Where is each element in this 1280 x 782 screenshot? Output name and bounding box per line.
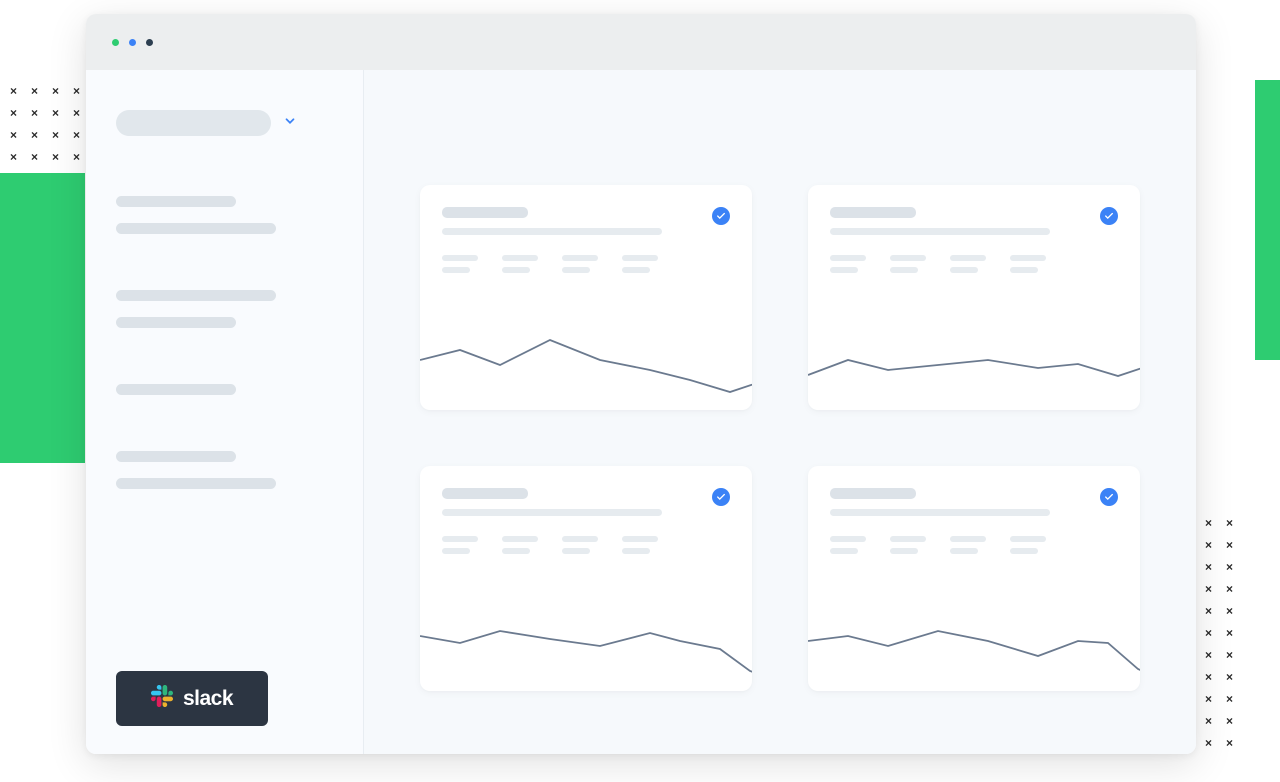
decor-green-block <box>0 173 85 463</box>
stat-row <box>420 235 752 273</box>
nav-item-stub[interactable] <box>116 384 236 395</box>
card-subtitle-stub <box>830 509 1050 516</box>
stat-stub <box>562 255 598 273</box>
check-circle-icon <box>712 488 730 506</box>
app-body: slack <box>86 70 1196 754</box>
card-title-stub <box>830 207 916 218</box>
nav-item-stub[interactable] <box>116 196 236 207</box>
window-dot <box>112 39 119 46</box>
stat-stub <box>502 255 538 273</box>
window-dot <box>146 39 153 46</box>
stat-row <box>808 235 1140 273</box>
sparkline-chart <box>808 295 1140 410</box>
nav-group <box>116 196 333 250</box>
stat-stub <box>442 536 478 554</box>
stat-stub <box>830 536 866 554</box>
stat-stub <box>562 536 598 554</box>
sidebar: slack <box>86 70 364 754</box>
metric-card[interactable] <box>420 466 752 691</box>
metric-card[interactable] <box>808 185 1140 410</box>
stat-stub <box>622 536 658 554</box>
card-subtitle-stub <box>830 228 1050 235</box>
nav-item-stub[interactable] <box>116 451 236 462</box>
stat-stub <box>830 255 866 273</box>
metric-card[interactable] <box>420 185 752 410</box>
stat-stub <box>502 536 538 554</box>
browser-window: slack <box>86 14 1196 754</box>
check-circle-icon <box>1100 488 1118 506</box>
slack-integration-button[interactable]: slack <box>116 671 268 726</box>
chevron-down-icon <box>283 114 297 133</box>
nav-group <box>116 384 333 411</box>
card-subtitle-stub <box>442 509 662 516</box>
decor-green-strip <box>1255 80 1280 360</box>
stat-stub <box>950 255 986 273</box>
stat-stub <box>1010 255 1046 273</box>
nav-item-stub[interactable] <box>116 290 276 301</box>
check-circle-icon <box>712 207 730 225</box>
stat-row <box>808 516 1140 554</box>
stat-stub <box>890 255 926 273</box>
nav-item-stub[interactable] <box>116 478 276 489</box>
stat-stub <box>890 536 926 554</box>
nav-group <box>116 451 333 505</box>
stat-stub <box>622 255 658 273</box>
workspace-selector[interactable] <box>116 110 333 136</box>
nav-item-stub[interactable] <box>116 317 236 328</box>
sparkline-chart <box>420 576 752 691</box>
main-area <box>364 70 1196 754</box>
nav-item-stub[interactable] <box>116 223 276 234</box>
metric-card[interactable] <box>808 466 1140 691</box>
card-grid <box>420 185 1140 691</box>
card-title-stub <box>830 488 916 499</box>
nav-group <box>116 290 333 344</box>
sparkline-chart <box>420 295 752 410</box>
stat-row <box>420 516 752 554</box>
stat-stub <box>950 536 986 554</box>
stat-stub <box>442 255 478 273</box>
card-title-stub <box>442 488 528 499</box>
stat-stub <box>1010 536 1046 554</box>
card-subtitle-stub <box>442 228 662 235</box>
slack-icon <box>151 685 173 713</box>
card-title-stub <box>442 207 528 218</box>
browser-titlebar <box>86 14 1196 70</box>
sparkline-chart <box>808 576 1140 691</box>
check-circle-icon <box>1100 207 1118 225</box>
workspace-name-stub <box>116 110 271 136</box>
window-dot <box>129 39 136 46</box>
slack-button-label: slack <box>183 687 233 711</box>
